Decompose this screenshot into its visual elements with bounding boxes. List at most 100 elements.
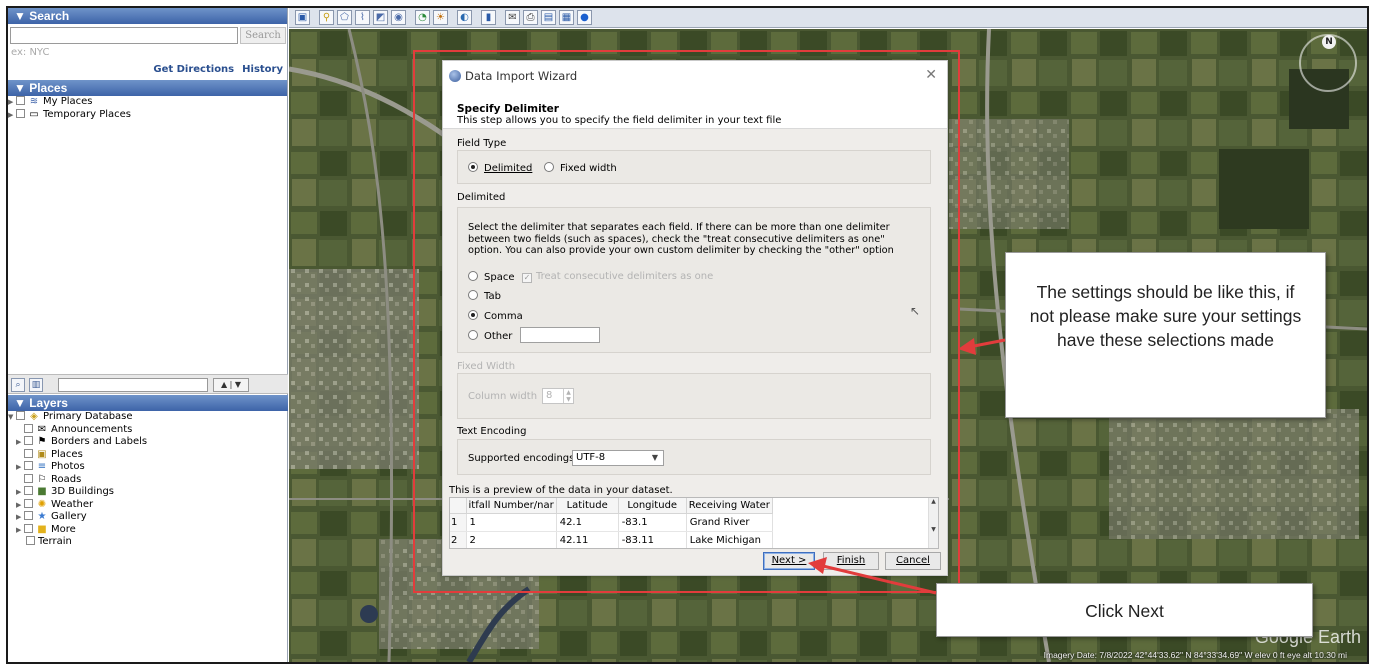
- dialog-title: Data Import Wizard: [465, 69, 578, 83]
- tree-item-weather[interactable]: ▶ ✺ Weather: [8, 498, 288, 512]
- save-image-icon[interactable]: ▤: [541, 10, 556, 25]
- table-cell: -83.11: [618, 531, 687, 548]
- flag-icon: ⚑: [37, 436, 47, 447]
- expand-arrow-icon[interactable]: ▶: [16, 461, 24, 474]
- places-panel-header[interactable]: ▼ Places: [8, 80, 287, 96]
- close-icon[interactable]: ✕: [925, 67, 937, 83]
- tab-radio[interactable]: Tab: [468, 290, 501, 302]
- print-icon[interactable]: ⎙: [523, 10, 538, 25]
- move-up-down-arrows[interactable]: ▲ | ▼: [213, 378, 249, 392]
- layers-panel-header[interactable]: ▼ Layers: [8, 395, 288, 411]
- checkbox[interactable]: [24, 523, 33, 533]
- panel-toggle-icon[interactable]: ▥: [29, 378, 43, 392]
- checkbox[interactable]: [24, 473, 33, 483]
- sidebar-toggle-icon[interactable]: ▣: [295, 10, 310, 25]
- column-width-spinner[interactable]: 8 ▲ ▼: [542, 388, 574, 404]
- expand-arrow-icon[interactable]: ▶: [16, 524, 24, 537]
- layers-tree: ▼ ◈ Primary Database ✉ Announcements ▶ ⚑ Bord…: [8, 411, 288, 549]
- delimited-radio[interactable]: Delimited: [468, 162, 532, 174]
- polygon-icon[interactable]: ⬠: [337, 10, 352, 25]
- checkmark-icon[interactable]: ✓: [522, 273, 532, 283]
- image-overlay-icon[interactable]: ◩: [373, 10, 388, 25]
- tree-item-photos[interactable]: ▶ ≡ Photos: [8, 461, 288, 474]
- checkbox[interactable]: [24, 486, 33, 495]
- expand-arrow-icon[interactable]: ▶: [16, 486, 24, 499]
- tree-item-primary-database[interactable]: ▼ ◈ Primary Database: [8, 411, 288, 424]
- panel-toolstrip: ⌕ ▥ ▲ | ▼: [8, 374, 288, 394]
- checkbox[interactable]: [16, 96, 25, 105]
- collapse-arrow-icon[interactable]: ▼: [8, 411, 16, 424]
- search-icon[interactable]: ⌕: [11, 378, 25, 392]
- comma-radio[interactable]: Comma: [468, 310, 523, 322]
- tree-item-places[interactable]: ▣ Places: [8, 448, 288, 462]
- encoding-dropdown[interactable]: UTF-8 ▼: [572, 450, 664, 466]
- tree-item-roads[interactable]: ⚐ Roads: [8, 473, 288, 487]
- space-radio[interactable]: Space: [468, 271, 514, 283]
- checkbox[interactable]: [24, 461, 33, 470]
- checkbox[interactable]: [24, 511, 33, 520]
- fixed-width-radio[interactable]: Fixed width: [544, 162, 617, 174]
- checkbox[interactable]: [24, 498, 33, 508]
- checkbox[interactable]: [16, 411, 25, 420]
- treat-consecutive-checkbox[interactable]: ✓ Treat consecutive delimiters as one: [522, 271, 713, 283]
- checkbox[interactable]: [16, 108, 25, 118]
- radio-unselected[interactable]: [468, 271, 478, 281]
- search-input[interactable]: [10, 27, 238, 44]
- star-icon: ★: [37, 511, 47, 522]
- tree-item-terrain[interactable]: Terrain: [8, 536, 288, 549]
- checkbox[interactable]: [24, 423, 33, 433]
- ruler-icon[interactable]: ▮: [481, 10, 496, 25]
- tree-item-my-places[interactable]: ▶ ≋ My Places: [8, 96, 287, 109]
- path-icon[interactable]: ⌇: [355, 10, 370, 25]
- expand-arrow-icon[interactable]: ▶: [8, 109, 16, 122]
- checkbox[interactable]: [24, 448, 33, 458]
- placemark-icon[interactable]: ⚲: [319, 10, 334, 25]
- get-directions-link[interactable]: Get Directions: [153, 64, 234, 75]
- radio-label: Fixed width: [560, 163, 617, 174]
- step-subheading: This step allows you to specify the fiel…: [457, 115, 782, 126]
- radio-unselected[interactable]: [468, 290, 478, 300]
- record-tour-icon[interactable]: ◉: [391, 10, 406, 25]
- radio-selected[interactable]: [468, 162, 478, 172]
- expand-arrow-icon[interactable]: ▶: [8, 96, 16, 109]
- history-link[interactable]: History: [242, 64, 283, 75]
- column-header[interactable]: Latitude: [556, 498, 619, 514]
- checkbox[interactable]: [26, 536, 35, 545]
- sunlight-icon[interactable]: ☀: [433, 10, 448, 25]
- other-radio[interactable]: Other: [468, 330, 512, 342]
- historical-imagery-icon[interactable]: ◔: [415, 10, 430, 25]
- spinner-arrows-icon[interactable]: ▲ ▼: [563, 389, 573, 403]
- column-header[interactable]: Longitude: [618, 498, 687, 514]
- layer-filter-input[interactable]: [58, 378, 208, 392]
- radio-unselected[interactable]: [468, 330, 478, 340]
- column-header[interactable]: Receiving Water: [686, 498, 773, 514]
- compass-control[interactable]: N: [1299, 34, 1357, 92]
- planet-switch-icon[interactable]: ◐: [457, 10, 472, 25]
- expand-arrow-icon[interactable]: ▶: [16, 511, 24, 524]
- preview-table[interactable]: itfall Number/nar Latitude Longitude Rec…: [449, 497, 939, 549]
- chevron-down-icon[interactable]: ▼: [652, 451, 658, 465]
- search-panel-header[interactable]: ▼ Search: [8, 8, 287, 24]
- tree-item-temporary-places[interactable]: ▶ ▭ Temporary Places: [8, 108, 287, 122]
- expand-arrow-icon[interactable]: ▶: [16, 436, 24, 449]
- radio-unselected[interactable]: [544, 162, 554, 172]
- preview-scrollbar[interactable]: ▲ ▼: [928, 498, 938, 548]
- earth-icon[interactable]: ●: [577, 10, 592, 25]
- finish-button[interactable]: Finish: [823, 552, 879, 570]
- email-icon[interactable]: ✉: [505, 10, 520, 25]
- tree-item-gallery[interactable]: ▶ ★ Gallery: [8, 511, 288, 524]
- checkbox[interactable]: [24, 436, 33, 445]
- tree-item-3d-buildings[interactable]: ▶ ■ 3D Buildings: [8, 486, 288, 499]
- cancel-button[interactable]: Cancel: [885, 552, 941, 570]
- radio-selected[interactable]: [468, 310, 478, 320]
- view-in-maps-icon[interactable]: ▦: [559, 10, 574, 25]
- tree-item-more[interactable]: ▶ ■ More: [8, 523, 288, 537]
- other-delimiter-input[interactable]: [520, 327, 600, 343]
- tree-item-announcements[interactable]: ✉ Announcements: [8, 423, 288, 437]
- expand-arrow-icon[interactable]: ▶: [16, 499, 24, 512]
- tree-item-label: My Places: [43, 96, 93, 107]
- next-button[interactable]: Next >: [763, 552, 815, 570]
- tree-item-borders-labels[interactable]: ▶ ⚑ Borders and Labels: [8, 436, 288, 449]
- column-header[interactable]: itfall Number/nar: [466, 498, 557, 514]
- search-button[interactable]: Search: [240, 27, 286, 44]
